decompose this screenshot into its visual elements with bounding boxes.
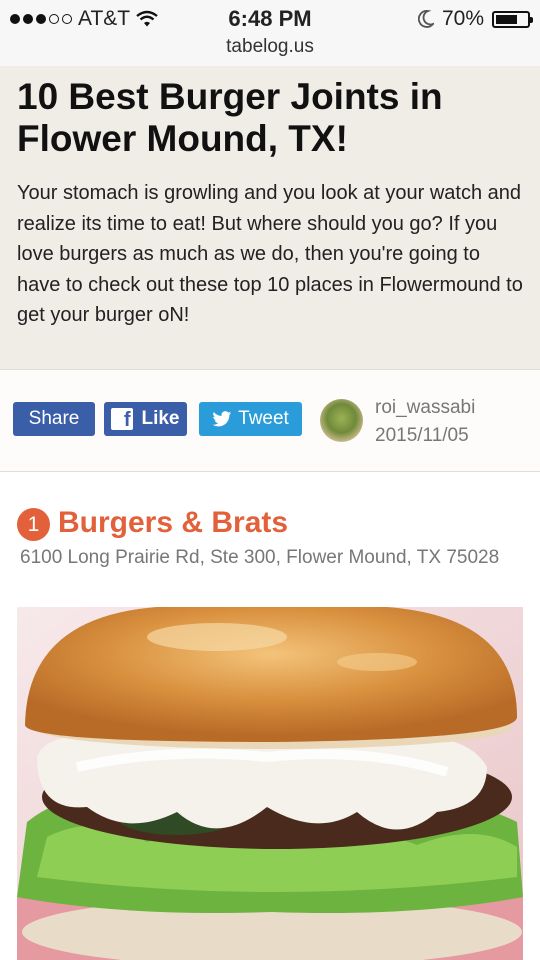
twitter-bird-icon (212, 410, 232, 426)
article-header: 10 Best Burger Joints in Flower Mound, T… (0, 66, 540, 369)
facebook-icon: f (111, 408, 134, 430)
restaurant-name[interactable]: Burgers & Brats (58, 503, 288, 543)
battery-icon (492, 10, 533, 28)
battery-percent: 70% (441, 7, 484, 30)
share-button[interactable]: Share (13, 402, 95, 436)
author-avatar[interactable] (320, 399, 363, 442)
moon-icon (417, 10, 434, 28)
burger-image (17, 607, 523, 960)
burger-photo[interactable] (17, 607, 523, 960)
status-bar: AT&T 6:48 PM 70% (0, 0, 540, 36)
facebook-like-button[interactable]: f Like (104, 402, 187, 436)
author-name[interactable]: roi_wassabi (375, 394, 475, 422)
battery-status: 70% (417, 7, 533, 31)
page-url: tabelog.us (226, 36, 314, 57)
author-info: roi_wassabi 2015/11/05 (375, 394, 475, 450)
post-date: 2015/11/05 (375, 425, 469, 446)
article-intro: Your stomach is growling and you look at… (17, 182, 523, 326)
like-button-label: Like (141, 408, 180, 429)
rank-badge: 1 (17, 508, 50, 541)
tweet-button[interactable]: Tweet (199, 402, 302, 436)
tweet-button-label: Tweet (238, 408, 289, 429)
share-bar: Share f Like Tweet roi_wassabi 2015/11/0… (0, 369, 540, 472)
share-button-label: Share (28, 408, 80, 429)
address-bar[interactable]: tabelog.us (0, 36, 540, 66)
restaurant-address: 6100 Long Prairie Rd, Ste 300, Flower Mo… (20, 547, 500, 568)
page-title: 10 Best Burger Joints in Flower Mound, T… (17, 76, 443, 159)
